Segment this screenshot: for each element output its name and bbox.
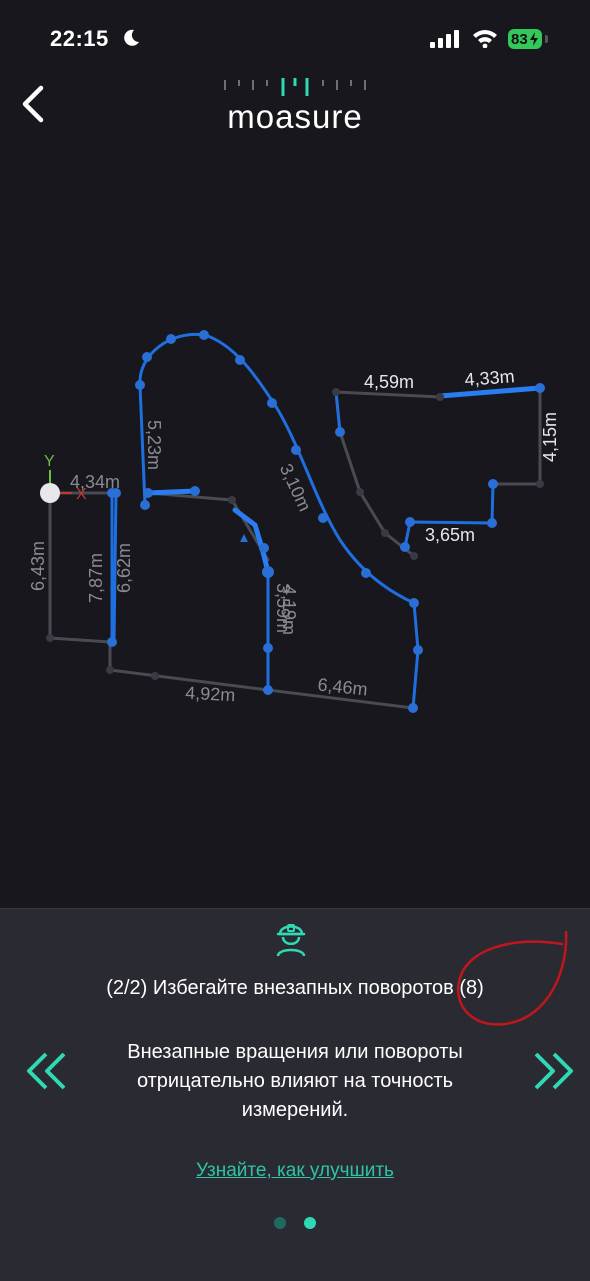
tip-body: Внезапные вращения или повороты отрицате… <box>127 1041 463 1121</box>
engineer-icon <box>276 924 306 957</box>
dim-label: 7,87m <box>86 553 106 603</box>
double-chevron-right-icon <box>534 1052 573 1090</box>
red-circle-annotation <box>456 930 568 1026</box>
dim-label: 4,33m <box>464 366 515 389</box>
next-tip-button[interactable] <box>530 1048 576 1094</box>
measurement-plan[interactable]: Y X 4,34m 6,43m 7,87m 6,62m 5,23m 3,10m … <box>0 0 590 910</box>
dim-label: 4,59m <box>364 372 414 392</box>
axis-y-label: Y <box>44 453 55 470</box>
previous-tip-button[interactable] <box>24 1048 70 1094</box>
dim-label: 4,15m <box>540 412 560 462</box>
dim-label: 3,65m <box>425 525 475 545</box>
dim-label: 6,43m <box>28 541 48 591</box>
dim-label: 6,62m <box>114 543 134 593</box>
double-chevron-left-icon <box>27 1052 66 1090</box>
dimension-labels: 4,34m 6,43m 7,87m 6,62m 5,23m 3,10m 4,92… <box>28 366 560 705</box>
pagination-dot-2-active[interactable] <box>304 1217 316 1229</box>
dim-label: 5,23m <box>144 420 164 470</box>
origin-point <box>40 483 60 503</box>
learn-how-to-improve-link[interactable]: Узнайте, как улучшить <box>0 1160 590 1182</box>
direction-marker <box>240 534 248 542</box>
dim-label: 3,10m <box>276 461 315 515</box>
dim-label: 4,34m <box>70 472 120 492</box>
dim-label: 4,92m <box>185 683 236 706</box>
pagination-dot-1[interactable] <box>274 1217 286 1229</box>
dim-label: 4,19m <box>279 585 299 635</box>
